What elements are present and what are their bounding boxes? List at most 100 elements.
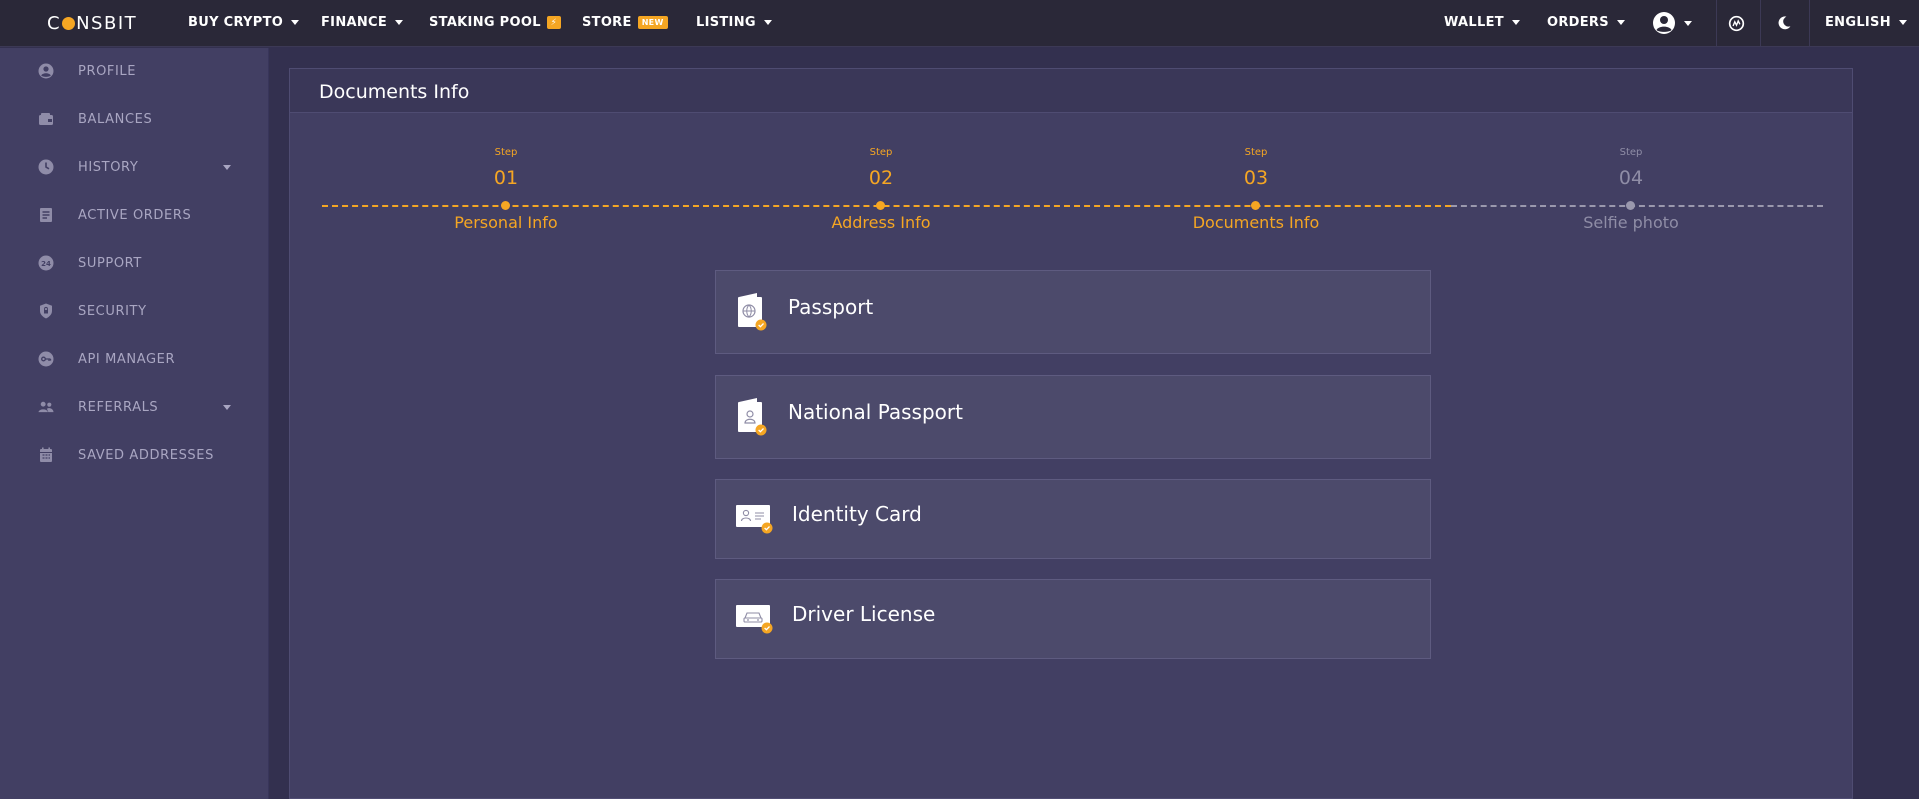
sidebar-item-history[interactable]: HISTORY <box>0 147 269 187</box>
svg-text:24: 24 <box>41 260 51 268</box>
step-name: Address Info <box>831 213 931 232</box>
account-menu[interactable] <box>1652 11 1692 35</box>
passport-icon <box>735 291 769 335</box>
step-dot <box>876 201 885 210</box>
chevron-down-icon <box>1898 20 1907 25</box>
nav-divider <box>1716 0 1717 47</box>
shield-icon <box>38 303 54 319</box>
chevron-down-icon <box>763 20 772 25</box>
sidebar-item-label: SAVED ADDRESSES <box>78 447 214 463</box>
nav-staking-pool[interactable]: STAKING POOL ⚡ <box>429 15 561 30</box>
step-number: 03 <box>1243 167 1269 189</box>
theme-toggle-button[interactable] <box>1773 12 1795 34</box>
sidebar-item-active-orders[interactable]: ACTIVE ORDERS <box>0 195 269 235</box>
sidebar-item-support[interactable]: 24 SUPPORT <box>0 243 269 283</box>
sidebar-item-balances[interactable]: BALANCES <box>0 99 269 139</box>
sidebar-item-label: SECURITY <box>78 303 147 319</box>
document-option-label: Identity Card <box>792 502 922 526</box>
logo-text-right: NSBIT <box>76 13 138 34</box>
sidebar-item-saved-addresses[interactable]: SAVED ADDRESSES <box>0 435 269 475</box>
chevron-down-icon <box>1684 20 1692 26</box>
document-option-driver-license[interactable]: Driver License <box>715 579 1431 659</box>
chevron-down-icon <box>395 20 404 25</box>
lightning-badge-icon: ⚡ <box>546 16 561 29</box>
step-dot <box>1626 201 1635 210</box>
nav-staking-pool-label: STAKING POOL <box>429 15 541 30</box>
moon-icon <box>1778 16 1791 30</box>
orders-icon <box>38 207 54 223</box>
step-name: Documents Info <box>1192 213 1320 232</box>
coinmarketcap-icon <box>1728 15 1744 31</box>
step-number: 02 <box>868 167 894 189</box>
identity-card-icon <box>735 502 775 540</box>
support-24-icon: 24 <box>38 255 54 271</box>
nav-wallet[interactable]: WALLET <box>1444 15 1520 30</box>
users-icon <box>38 399 54 415</box>
nav-store-label: STORE <box>582 15 632 30</box>
user-avatar-icon <box>1653 12 1675 34</box>
nav-divider <box>1760 0 1761 47</box>
nav-store[interactable]: STORE NEW <box>582 15 668 30</box>
document-option-label: Driver License <box>792 602 936 626</box>
chevron-down-icon <box>291 20 300 25</box>
nav-orders-label: ORDERS <box>1547 15 1609 30</box>
clock-icon <box>38 159 54 175</box>
consbit-logo[interactable]: C NSBIT <box>47 13 137 34</box>
document-option-label: National Passport <box>788 400 963 424</box>
chevron-down-icon <box>223 165 231 170</box>
step-dot <box>1251 201 1260 210</box>
sidebar-item-referrals[interactable]: REFERRALS <box>0 387 269 427</box>
driver-license-icon <box>735 602 775 640</box>
document-option-passport[interactable]: Passport <box>715 270 1431 354</box>
nav-orders[interactable]: ORDERS <box>1547 15 1625 30</box>
nav-buy-crypto-label: BUY CRYPTO <box>188 15 284 30</box>
nav-finance-label: FINANCE <box>321 15 388 30</box>
nav-divider <box>1809 0 1810 47</box>
logo-coin-icon <box>62 17 76 30</box>
chevron-down-icon <box>1616 20 1625 25</box>
user-circle-icon <box>38 63 54 79</box>
nav-finance[interactable]: FINANCE <box>321 15 404 30</box>
step-dot <box>501 201 510 210</box>
step-caption: Step <box>1619 147 1643 158</box>
sidebar-item-label: HISTORY <box>78 159 139 175</box>
step-caption: Step <box>869 147 893 158</box>
top-navbar: C NSBIT BUY CRYPTO FINANCE STAKING POOL … <box>0 0 1919 47</box>
chevron-down-icon <box>223 405 231 410</box>
step-name: Personal Info <box>454 213 558 232</box>
step-caption: Step <box>494 147 518 158</box>
stepper-remaining-line <box>1451 205 1823 207</box>
sidebar-item-label: ACTIVE ORDERS <box>78 207 192 223</box>
page-title: Documents Info <box>319 81 470 103</box>
step-caption: Step <box>1244 147 1268 158</box>
nav-wallet-label: WALLET <box>1444 15 1504 30</box>
step-name: Selfie photo <box>1583 213 1679 232</box>
sidebar-item-label: PROFILE <box>78 63 137 79</box>
logo-text-left: C <box>47 13 62 34</box>
chevron-down-icon <box>1511 20 1520 25</box>
card-header: Documents Info <box>290 69 1852 113</box>
document-option-identity-card[interactable]: Identity Card <box>715 479 1431 559</box>
step-number: 04 <box>1618 167 1644 189</box>
language-selector[interactable]: ENGLISH <box>1825 15 1907 30</box>
key-icon <box>38 351 54 367</box>
sidebar-item-security[interactable]: SECURITY <box>0 291 269 331</box>
new-badge: NEW <box>637 16 668 29</box>
document-option-national-passport[interactable]: National Passport <box>715 375 1431 459</box>
sidebar: PROFILE BALANCES HISTORY ACTIVE ORDERS 2… <box>0 48 269 799</box>
sidebar-item-label: REFERRALS <box>78 399 159 415</box>
wallet-icon <box>38 111 54 127</box>
sidebar-item-api-manager[interactable]: API MANAGER <box>0 339 269 379</box>
nav-listing-label: LISTING <box>696 15 756 30</box>
documents-card: Documents Info Step 01 Personal Info Ste… <box>289 68 1853 799</box>
sidebar-item-profile[interactable]: PROFILE <box>0 51 269 91</box>
sidebar-item-label: API MANAGER <box>78 351 176 367</box>
national-passport-icon <box>735 396 769 440</box>
language-label: ENGLISH <box>1825 15 1891 30</box>
coinmarketcap-button[interactable] <box>1725 12 1747 34</box>
document-option-label: Passport <box>788 295 874 319</box>
nav-listing[interactable]: LISTING <box>696 15 772 30</box>
stepper-progress-line <box>322 205 1451 207</box>
step-number: 01 <box>493 167 519 189</box>
nav-buy-crypto[interactable]: BUY CRYPTO <box>188 15 300 30</box>
